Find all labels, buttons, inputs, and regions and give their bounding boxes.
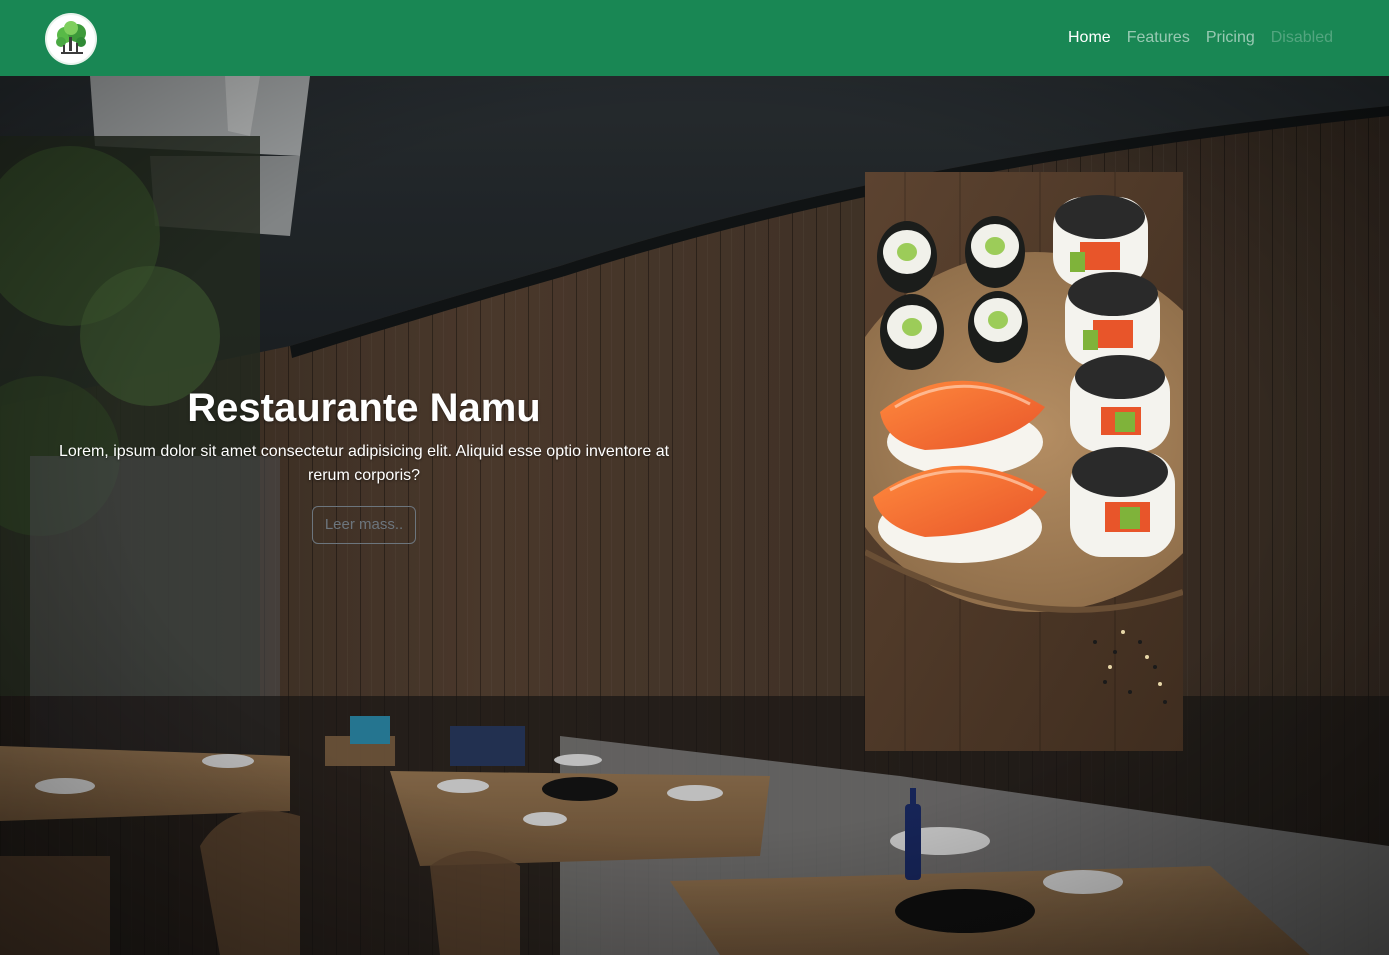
tree-logo[interactable] [47,15,95,63]
nav-disabled: Disabled [1270,29,1333,46]
navbar: Home Features Pricing Disabled [0,0,1389,76]
hero-description: Lorem, ipsum dolor sit amet consectetur … [58,443,670,484]
hero-content: Restaurante Namu Lorem, ipsum dolor sit … [50,384,678,544]
hero-title: Restaurante Namu [187,386,541,430]
nav-home[interactable]: Home [1068,26,1111,50]
sushi-image [865,172,1183,751]
nav-links: Home Features Pricing Disabled [1068,26,1333,50]
hero-section: Restaurante Namu Lorem, ipsum dolor sit … [0,76,1389,955]
read-more-button[interactable]: Leer mass.. [311,506,417,544]
nav-features[interactable]: Features [1127,26,1190,50]
nav-pricing[interactable]: Pricing [1206,26,1255,50]
